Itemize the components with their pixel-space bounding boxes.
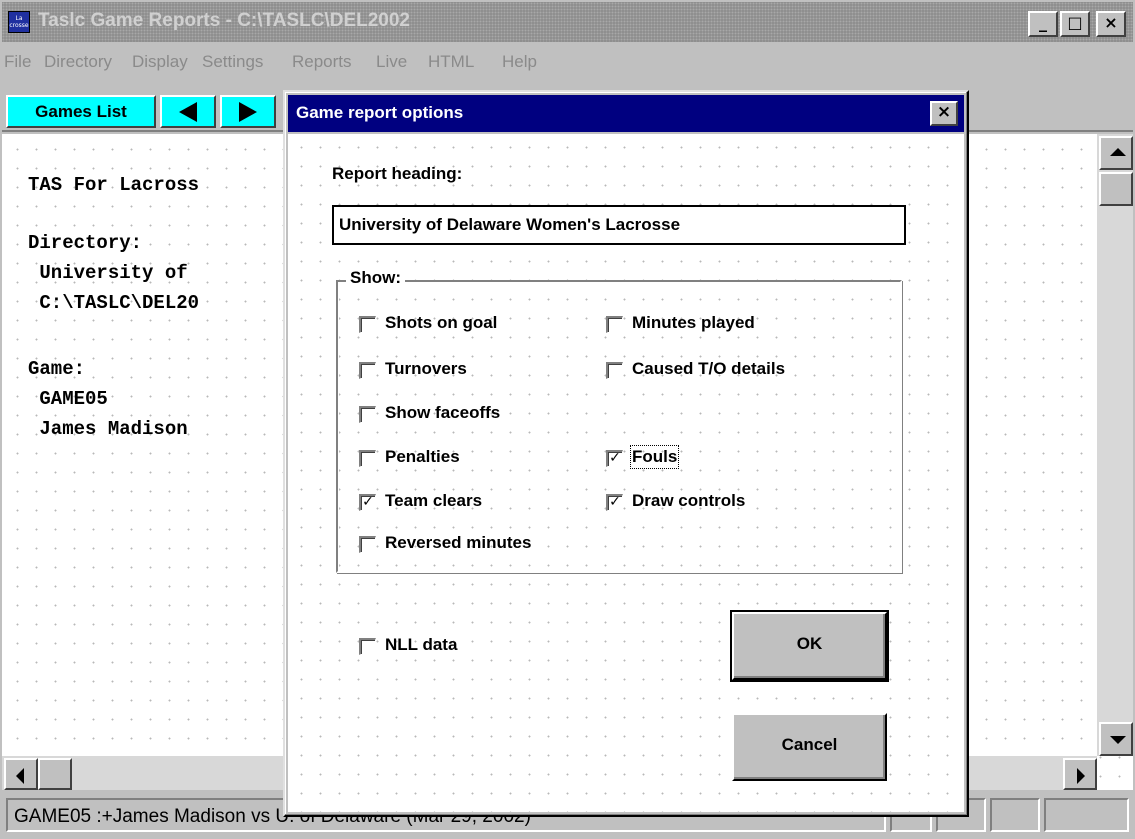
- scroll-thumb[interactable]: [38, 758, 72, 790]
- dialog-body: Report heading: Show: Shots on goal Minu…: [288, 134, 964, 812]
- games-list-button[interactable]: Games List: [6, 95, 156, 128]
- check-icon: ✓: [359, 494, 376, 511]
- status-panel: [990, 798, 1040, 832]
- report-line: C:\TASLC\DEL20: [28, 292, 200, 314]
- checkbox-box: [359, 638, 376, 655]
- checkbox-box: [606, 316, 623, 333]
- checkbox-label: NLL data: [385, 635, 458, 654]
- dialog-title-bar[interactable]: Game report options ×: [288, 95, 964, 132]
- checkbox-label: Shots on goal: [385, 313, 498, 332]
- menu-settings[interactable]: Settings: [202, 52, 263, 72]
- minimize-button[interactable]: _: [1028, 11, 1058, 37]
- main-window: La crosse Taslc Game Reports - C:\TASLC\…: [0, 0, 1135, 839]
- next-game-button[interactable]: [220, 95, 276, 128]
- previous-game-button[interactable]: [160, 95, 216, 128]
- checkbox-label: Show faceoffs: [385, 403, 501, 422]
- checkbox-box: [606, 362, 623, 379]
- report-line: James Madison: [28, 418, 188, 440]
- dialog-close-button[interactable]: ×: [930, 101, 958, 126]
- dialog-title: Game report options: [296, 103, 464, 122]
- report-heading-input[interactable]: [332, 205, 906, 245]
- scroll-right-button[interactable]: [1063, 758, 1097, 790]
- show-group-label: Show:: [346, 268, 405, 288]
- check-icon: ✓: [606, 494, 623, 511]
- report-line: GAME05: [28, 388, 108, 410]
- menu-help[interactable]: Help: [502, 52, 537, 72]
- cancel-button[interactable]: Cancel: [732, 713, 887, 781]
- checkbox-label: Fouls: [629, 445, 680, 469]
- ok-button[interactable]: OK: [730, 610, 889, 682]
- checkbox-box: [359, 536, 376, 553]
- menu-directory[interactable]: Directory: [44, 52, 112, 72]
- vertical-scrollbar[interactable]: [1097, 134, 1133, 756]
- menu-live[interactable]: Live: [376, 52, 407, 72]
- report-line: Directory:: [28, 232, 143, 254]
- report-line: Game:: [28, 358, 86, 380]
- checkbox-box: [359, 362, 376, 379]
- arrow-right-icon: [239, 102, 257, 122]
- checkbox-box: [359, 316, 376, 333]
- arrow-up-icon: [1110, 148, 1126, 156]
- title-bar[interactable]: La crosse Taslc Game Reports - C:\TASLC\…: [2, 2, 1133, 42]
- arrow-down-icon: [1110, 736, 1126, 744]
- scroll-left-button[interactable]: [4, 758, 38, 790]
- menu-reports[interactable]: Reports: [292, 52, 352, 72]
- checkbox-label: Turnovers: [385, 359, 467, 378]
- menu-file[interactable]: File: [4, 52, 31, 72]
- arrow-right-icon: [1077, 768, 1085, 784]
- checkbox-label: Draw controls: [632, 491, 746, 510]
- checkbox-box: [359, 406, 376, 423]
- report-heading-label: Report heading:: [332, 164, 463, 183]
- scroll-thumb[interactable]: [1099, 172, 1133, 206]
- window-title: Taslc Game Reports - C:\TASLC\DEL2002: [38, 10, 411, 31]
- checkbox-label: Reversed minutes: [385, 533, 532, 552]
- menu-bar: File Directory Display Settings Reports …: [2, 44, 1133, 80]
- maximize-button[interactable]: □: [1060, 11, 1090, 37]
- arrow-left-icon: [16, 768, 24, 784]
- checkbox-label: Minutes played: [632, 313, 755, 332]
- status-panel: [1044, 798, 1129, 832]
- close-button[interactable]: ×: [1096, 11, 1126, 37]
- arrow-left-icon: [179, 102, 197, 122]
- checkbox-label: Caused T/O details: [632, 359, 786, 378]
- checkbox-label: Team clears: [385, 491, 483, 510]
- checkbox-label: Penalties: [385, 447, 460, 466]
- lacrosse-app-icon[interactable]: La crosse: [8, 11, 30, 33]
- menu-html[interactable]: HTML: [428, 52, 474, 72]
- scroll-up-button[interactable]: [1099, 136, 1133, 170]
- report-line: University of: [28, 262, 188, 284]
- game-report-options-dialog: Game report options × Report heading: Sh…: [283, 90, 969, 817]
- report-line: TAS For Lacross: [28, 174, 200, 196]
- menu-display[interactable]: Display: [132, 52, 188, 72]
- scroll-down-button[interactable]: [1099, 722, 1133, 756]
- check-icon: ✓: [606, 450, 623, 467]
- checkbox-box: [359, 450, 376, 467]
